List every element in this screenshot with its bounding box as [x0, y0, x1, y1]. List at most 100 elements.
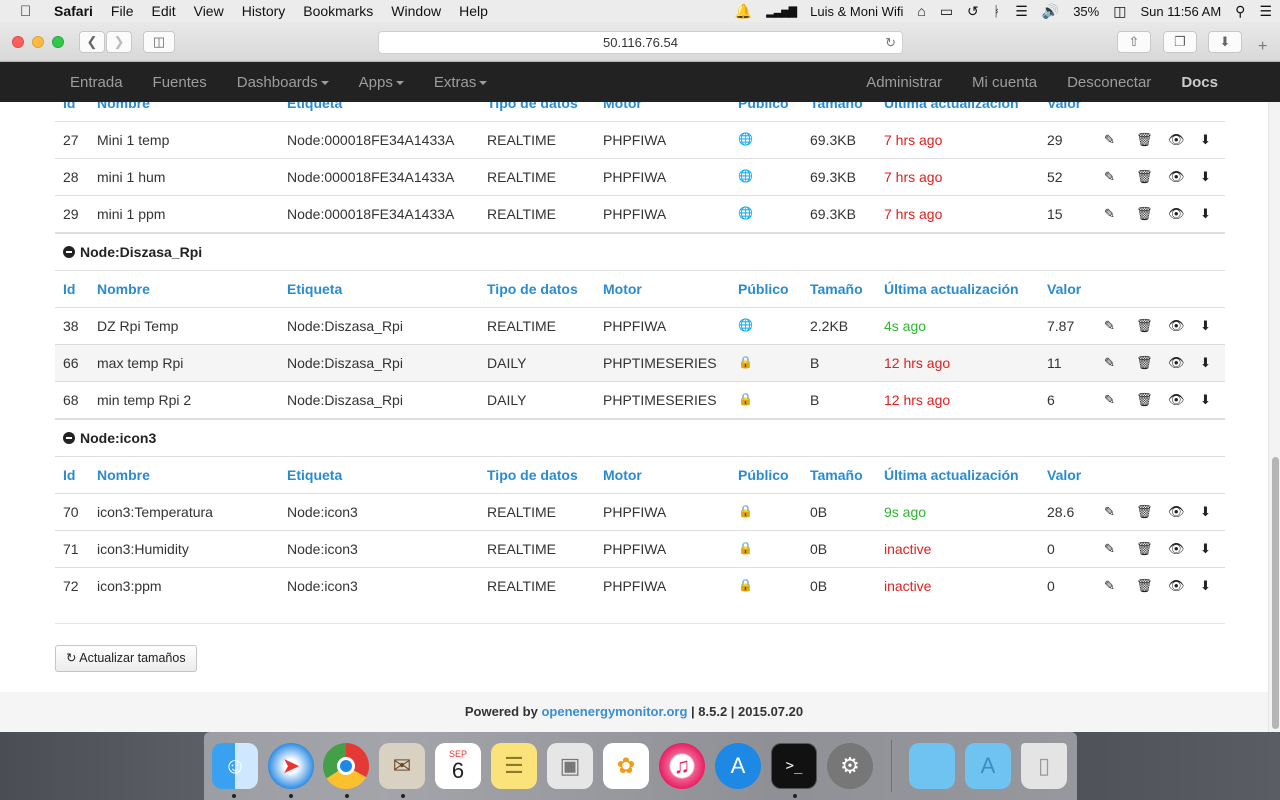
- trash-delete-icon[interactable]: 🗑: [1136, 206, 1153, 222]
- eye-view-icon[interactable]: 👁: [1168, 318, 1185, 334]
- column-header-value[interactable]: Valor: [1047, 467, 1081, 483]
- pencil-edit-icon[interactable]: ✎: [1104, 206, 1115, 222]
- eye-view-icon[interactable]: 👁: [1168, 392, 1185, 408]
- share-button[interactable]: ⇧: [1117, 31, 1151, 53]
- globe-icon[interactable]: 🌐: [738, 206, 753, 220]
- calendar-icon[interactable]: SEP 6: [435, 743, 481, 789]
- notification-bell-icon[interactable]: 🔔: [735, 3, 752, 20]
- column-header-id[interactable]: Id: [63, 467, 75, 483]
- download-circle-icon[interactable]: ⬇: [1200, 578, 1211, 594]
- eye-view-icon[interactable]: 👁: [1168, 355, 1185, 371]
- itunes-icon[interactable]: ♫: [659, 743, 705, 789]
- column-header-id[interactable]: Id: [63, 102, 75, 111]
- terminal-icon[interactable]: >_: [771, 743, 817, 789]
- notification-center-icon[interactable]: ☰: [1259, 3, 1272, 20]
- scrollbar-thumb[interactable]: [1272, 457, 1279, 729]
- airplay-icon[interactable]: ▭: [940, 3, 953, 20]
- pencil-edit-icon[interactable]: ✎: [1104, 318, 1115, 334]
- eye-view-icon[interactable]: 👁: [1168, 132, 1185, 148]
- globe-icon[interactable]: 🌐: [738, 318, 753, 332]
- column-header-name[interactable]: Nombre: [97, 102, 150, 111]
- finder-icon[interactable]: ☺: [212, 743, 258, 789]
- reload-icon[interactable]: ↻: [885, 32, 896, 54]
- download-circle-icon[interactable]: ⬇: [1200, 206, 1211, 222]
- page-scrollbar[interactable]: [1268, 102, 1280, 732]
- nav-desconectar[interactable]: Desconectar: [1067, 74, 1151, 91]
- column-header-type[interactable]: Tipo de datos: [487, 281, 578, 297]
- new-tab-plus-icon[interactable]: +: [1258, 38, 1267, 56]
- home-cloud-icon[interactable]: ⌂: [917, 3, 925, 19]
- spotlight-search-icon[interactable]: ⚲: [1235, 3, 1245, 20]
- menu-bookmarks[interactable]: Bookmarks: [303, 3, 373, 19]
- eye-view-icon[interactable]: 👁: [1168, 578, 1185, 594]
- app-store-icon[interactable]: A: [715, 743, 761, 789]
- nav-administrar[interactable]: Administrar: [866, 74, 942, 91]
- trash-delete-icon[interactable]: 🗑: [1136, 504, 1153, 520]
- update-sizes-button[interactable]: ↻ Actualizar tamaños: [55, 645, 197, 672]
- column-header-name[interactable]: Nombre: [97, 281, 150, 297]
- nav-dashboards[interactable]: Dashboards: [237, 74, 329, 91]
- menu-window[interactable]: Window: [391, 3, 441, 19]
- chrome-icon[interactable]: [323, 743, 369, 789]
- trash-icon[interactable]: ▯: [1021, 743, 1067, 789]
- applications-folder-icon[interactable]: A: [965, 743, 1011, 789]
- download-circle-icon[interactable]: ⬇: [1200, 541, 1211, 557]
- nav-docs[interactable]: Docs: [1181, 74, 1218, 91]
- column-header-engine[interactable]: Motor: [603, 281, 642, 297]
- download-circle-icon[interactable]: ⬇: [1200, 392, 1211, 408]
- column-header-updated[interactable]: Última actualización: [884, 467, 1019, 483]
- nav-entrada[interactable]: Entrada: [70, 74, 123, 91]
- pencil-edit-icon[interactable]: ✎: [1104, 132, 1115, 148]
- globe-icon[interactable]: 🌐: [738, 169, 753, 183]
- sidebar-toggle-button[interactable]: ◫: [143, 31, 175, 53]
- download-circle-icon[interactable]: ⬇: [1200, 169, 1211, 185]
- trash-delete-icon[interactable]: 🗑: [1136, 318, 1153, 334]
- column-header-public[interactable]: Público: [738, 467, 789, 483]
- column-header-size[interactable]: Tamaño: [810, 102, 863, 111]
- eye-view-icon[interactable]: 👁: [1168, 169, 1185, 185]
- column-header-engine[interactable]: Motor: [603, 102, 642, 111]
- pencil-edit-icon[interactable]: ✎: [1104, 504, 1115, 520]
- pencil-edit-icon[interactable]: ✎: [1104, 541, 1115, 557]
- column-header-size[interactable]: Tamaño: [810, 281, 863, 297]
- column-header-updated[interactable]: Última actualización: [884, 281, 1019, 297]
- download-circle-icon[interactable]: ⬇: [1200, 504, 1211, 520]
- photo-preview-icon[interactable]: ▣: [547, 743, 593, 789]
- download-circle-icon[interactable]: ⬇: [1200, 355, 1211, 371]
- apple-icon[interactable]: : [20, 3, 36, 20]
- trash-delete-icon[interactable]: 🗑: [1136, 169, 1153, 185]
- address-bar[interactable]: 50.116.76.54 ↻: [378, 31, 903, 54]
- column-header-id[interactable]: Id: [63, 281, 75, 297]
- lock-icon[interactable]: 🔒: [738, 541, 753, 555]
- battery-percent[interactable]: 35%: [1073, 4, 1099, 19]
- column-header-type[interactable]: Tipo de datos: [487, 102, 578, 111]
- pencil-edit-icon[interactable]: ✎: [1104, 355, 1115, 371]
- signal-bars-icon[interactable]: ▂▃▅▇: [766, 5, 797, 18]
- pencil-edit-icon[interactable]: ✎: [1104, 392, 1115, 408]
- column-header-type[interactable]: Tipo de datos: [487, 467, 578, 483]
- openenergymonitor-link[interactable]: openenergymonitor.org: [541, 704, 687, 719]
- volume-icon[interactable]: 🔊: [1042, 3, 1059, 20]
- pencil-edit-icon[interactable]: ✎: [1104, 578, 1115, 594]
- photos-icon[interactable]: ✿: [603, 743, 649, 789]
- forward-button[interactable]: ❯: [106, 31, 132, 53]
- wifi-icon[interactable]: ☰: [1015, 3, 1028, 20]
- nav-apps[interactable]: Apps: [359, 74, 404, 91]
- wifi-network-name[interactable]: Luis & Moni Wifi: [810, 4, 903, 19]
- back-button[interactable]: ❮: [79, 31, 105, 53]
- trash-delete-icon[interactable]: 🗑: [1136, 355, 1153, 371]
- nav-mi-cuenta[interactable]: Mi cuenta: [972, 74, 1037, 91]
- nav-extras[interactable]: Extras: [434, 74, 488, 91]
- download-circle-icon[interactable]: ⬇: [1200, 318, 1211, 334]
- column-header-value[interactable]: Valor: [1047, 102, 1081, 111]
- menu-file[interactable]: File: [111, 3, 134, 19]
- menu-app-name[interactable]: Safari: [54, 3, 93, 19]
- column-header-name[interactable]: Nombre: [97, 467, 150, 483]
- column-header-public[interactable]: Público: [738, 102, 789, 111]
- time-machine-icon[interactable]: ↺: [967, 3, 979, 20]
- menu-help[interactable]: Help: [459, 3, 488, 19]
- download-circle-icon[interactable]: ⬇: [1200, 132, 1211, 148]
- collapse-minus-icon[interactable]: [63, 432, 75, 444]
- eye-view-icon[interactable]: 👁: [1168, 504, 1185, 520]
- lock-icon[interactable]: 🔒: [738, 392, 753, 406]
